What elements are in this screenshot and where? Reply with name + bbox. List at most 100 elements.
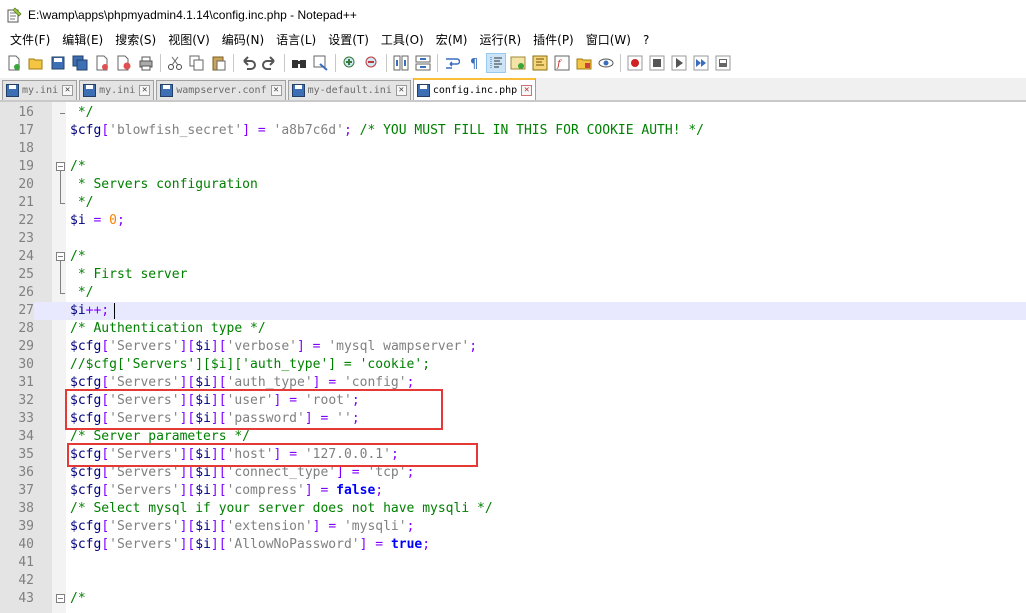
record-macro-icon[interactable] [626, 54, 644, 72]
code-text[interactable]: */ [70, 284, 94, 302]
code-text[interactable]: $cfg['Servers'][$i]['AllowNoPassword'] =… [70, 536, 430, 554]
play-macro-icon[interactable] [670, 54, 688, 72]
menu-edit[interactable]: 编辑(E) [56, 30, 109, 50]
tab-wampserver-conf[interactable]: wampserver.conf ✕ [156, 80, 286, 100]
tab-close-icon[interactable]: ✕ [395, 85, 407, 96]
code-text[interactable]: //$cfg['Servers'][$i]['auth_type'] = 'co… [70, 356, 430, 374]
code-text[interactable]: $i = 0; [70, 212, 125, 230]
tab-config-inc-php[interactable]: config.inc.php ✕ [412, 78, 537, 100]
code-text[interactable]: $cfg['Servers'][$i]['compress'] = false; [70, 482, 383, 500]
menu-macro[interactable]: 宏(M) [430, 30, 474, 50]
menu-encoding[interactable]: 编码(N) [216, 30, 270, 50]
code-line[interactable]: 40 $cfg['Servers'][$i]['AllowNoPassword']… [0, 536, 1026, 554]
function-list-icon[interactable]: f [553, 54, 571, 72]
zoom-out-icon[interactable] [363, 54, 381, 72]
menu-plugins[interactable]: 插件(P) [527, 30, 580, 50]
code-text[interactable]: * Servers configuration [70, 176, 258, 194]
save-all-icon[interactable] [71, 54, 89, 72]
code-line[interactable]: 37 $cfg['Servers'][$i]['compress'] = fals… [0, 482, 1026, 500]
menu-help[interactable]: ? [637, 30, 655, 50]
cut-icon[interactable] [166, 54, 184, 72]
fold-toggle-icon[interactable] [56, 594, 65, 603]
print-icon[interactable] [137, 54, 155, 72]
code-token: */ [70, 105, 94, 120]
indent-guide-icon[interactable] [486, 53, 506, 73]
code-line[interactable]: 17 $cfg['blowfish_secret'] = 'a8b7c6d'; /… [0, 122, 1026, 140]
menu-file[interactable]: 文件(F) [4, 30, 56, 50]
menu-search[interactable]: 搜索(S) [109, 30, 162, 50]
code-text[interactable]: /* [70, 248, 86, 266]
code-text[interactable]: */ [70, 194, 94, 212]
tab-close-icon[interactable]: ✕ [139, 85, 151, 96]
sync-scroll-v-icon[interactable] [392, 54, 410, 72]
undo-icon[interactable] [239, 54, 257, 72]
code-line[interactable]: 27 $i++; [0, 302, 1026, 320]
code-text[interactable]: $cfg['blowfish_secret'] = 'a8b7c6d'; /* … [70, 122, 704, 140]
code-line[interactable]: 26 */ [0, 284, 1026, 302]
code-line[interactable]: 39 $cfg['Servers'][$i]['extension'] = 'my… [0, 518, 1026, 536]
code-line[interactable]: 28 /* Authentication type */ [0, 320, 1026, 338]
code-text[interactable]: /* Select mysql if your server does not … [70, 500, 493, 518]
menu-language[interactable]: 语言(L) [270, 30, 322, 50]
fold-toggle-icon[interactable] [56, 162, 65, 171]
user-language-icon[interactable] [509, 54, 527, 72]
tab-close-icon[interactable]: ✕ [521, 84, 533, 96]
code-line[interactable]: 30 //$cfg['Servers'][$i]['auth_type'] = '… [0, 356, 1026, 374]
code-text[interactable]: $cfg['Servers'][$i]['extension'] = 'mysq… [70, 518, 414, 536]
tab-close-icon[interactable]: ✕ [270, 85, 282, 96]
fold-toggle-icon[interactable] [56, 252, 65, 261]
tab-close-icon[interactable]: ✕ [62, 85, 74, 96]
sync-scroll-h-icon[interactable] [414, 54, 432, 72]
code-text[interactable]: */ [70, 104, 94, 122]
code-line[interactable]: 29 $cfg['Servers'][$i]['verbose'] = 'mysq… [0, 338, 1026, 356]
word-wrap-icon[interactable] [443, 54, 461, 72]
menu-view[interactable]: 视图(V) [162, 30, 216, 50]
menu-window[interactable]: 窗口(W) [580, 30, 637, 50]
code-line[interactable]: 21 */ [0, 194, 1026, 212]
replace-icon[interactable] [312, 54, 330, 72]
menu-settings[interactable]: 设置(T) [322, 30, 375, 50]
run-macro-multiple-icon[interactable] [692, 54, 710, 72]
code-token: 'extension' [226, 519, 313, 534]
monitoring-icon[interactable] [597, 54, 615, 72]
new-file-icon[interactable] [5, 54, 23, 72]
code-line[interactable]: 41 [0, 554, 1026, 572]
code-text[interactable]: /* Authentication type */ [70, 320, 266, 338]
code-line[interactable]: 19 /* [0, 158, 1026, 176]
save-icon[interactable] [49, 54, 67, 72]
stop-macro-icon[interactable] [648, 54, 666, 72]
code-editor[interactable]: 16 */17 $cfg['blowfish_secret'] = 'a8b7c6… [0, 101, 1026, 613]
code-text[interactable]: /* [70, 590, 86, 608]
code-line[interactable]: 43 /* [0, 590, 1026, 608]
tab-my-ini[interactable]: my.ini ✕ [2, 80, 78, 100]
code-line[interactable]: 16 */ [0, 104, 1026, 122]
code-line[interactable]: 24 /* [0, 248, 1026, 266]
close-all-icon[interactable] [115, 54, 133, 72]
code-text[interactable]: /* [70, 158, 86, 176]
doc-map-icon[interactable] [531, 54, 549, 72]
code-line[interactable]: 20 * Servers configuration [0, 176, 1026, 194]
code-line[interactable]: 18 [0, 140, 1026, 158]
show-all-chars-icon[interactable]: ¶ [465, 54, 483, 72]
menu-tools[interactable]: 工具(O) [375, 30, 430, 50]
save-macro-icon[interactable] [714, 54, 732, 72]
code-line[interactable]: 23 [0, 230, 1026, 248]
close-file-icon[interactable] [93, 54, 111, 72]
folder-workspace-icon[interactable] [575, 54, 593, 72]
find-icon[interactable] [290, 54, 308, 72]
code-line[interactable]: 25 * First server [0, 266, 1026, 284]
code-line[interactable]: 42 [0, 572, 1026, 590]
tab-my-ini-2[interactable]: my.ini ✕ [79, 80, 155, 100]
menu-run[interactable]: 运行(R) [473, 30, 527, 50]
code-line[interactable]: 22 $i = 0; [0, 212, 1026, 230]
code-text[interactable]: * First server [70, 266, 188, 284]
open-file-icon[interactable] [27, 54, 45, 72]
redo-icon[interactable] [261, 54, 279, 72]
code-text[interactable]: $i++; [70, 302, 109, 320]
zoom-in-icon[interactable] [341, 54, 359, 72]
code-text[interactable]: $cfg['Servers'][$i]['verbose'] = 'mysql … [70, 338, 477, 356]
copy-icon[interactable] [188, 54, 206, 72]
paste-icon[interactable] [210, 54, 228, 72]
code-line[interactable]: 38 /* Select mysql if your server does no… [0, 500, 1026, 518]
tab-my-default-ini[interactable]: my-default.ini ✕ [287, 80, 411, 100]
